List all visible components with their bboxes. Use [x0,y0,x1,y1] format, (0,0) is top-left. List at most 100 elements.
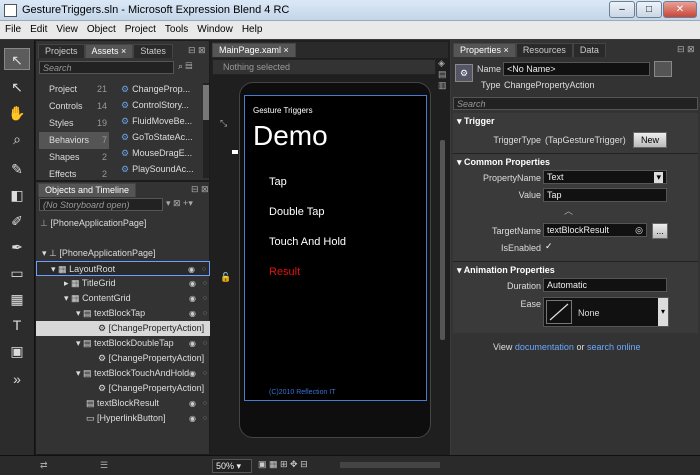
paint-bucket-tool-icon[interactable]: ◧ [4,184,30,206]
grid-tool-icon[interactable]: ▦ [4,288,30,310]
duration-field[interactable]: Automatic [543,278,667,292]
assets-tool-icon[interactable]: » [4,368,30,390]
animation-properties-header[interactable]: ▾ Animation Properties [457,265,555,276]
zoom-tool-icon[interactable]: ⌕ [4,128,30,150]
tab-mainpage[interactable]: MainPage.xaml × [212,43,296,57]
eye-icon[interactable]: ◉ [188,262,195,275]
assets-scrollbar[interactable] [203,83,209,178]
selection-tool-icon[interactable]: ↖ [4,48,30,70]
eye-icon[interactable]: ◉ [189,306,196,321]
eye-icon[interactable]: ◉ [189,366,196,381]
lock-dot-icon[interactable]: ○ [202,262,206,275]
tab-states[interactable]: States [133,44,173,58]
tab-data[interactable]: Data [572,43,606,57]
chevron-up-icon[interactable]: ︿ [564,204,573,217]
textblock-tool-icon[interactable]: T [4,314,30,336]
artboard-scrollbar[interactable] [440,140,445,340]
is-enabled-checkbox[interactable]: ✓ [545,241,555,251]
pan-tool-icon[interactable]: ✋ [4,102,30,124]
lock-dot-icon[interactable]: ○ [203,396,207,411]
trigger-header[interactable]: ▾ Trigger [457,116,495,127]
tree-item-changepropertyaction[interactable]: ⚙ [ChangePropertyAction] [36,351,210,366]
zoom-dropdown[interactable]: 50% ▾ [212,459,252,473]
behavior-item[interactable]: ⚙ MouseDragE... [121,145,203,161]
storyboard-options-icon[interactable]: ▾ ⊠ +▾ [166,198,193,209]
direct-selection-tool-icon[interactable]: ↖ [4,76,30,98]
root-page-label[interactable]: ⊥ [PhoneApplicationPage] [40,216,208,231]
menu-tools[interactable]: Tools [160,21,192,35]
tab-projects[interactable]: Projects [38,44,85,58]
storyboard-picker[interactable]: (No Storyboard open) [39,198,163,211]
category-project[interactable]: Project 21 [39,81,109,98]
pen-tool-icon[interactable]: ✒ [4,236,30,258]
eye-icon[interactable]: ◉ [189,396,196,411]
tree-item-contentgrid[interactable]: ▾ ▦ ContentGrid ◉ ○ [36,291,210,306]
menu-project[interactable]: Project [120,21,160,35]
target-name-field[interactable]: textBlockResult ◎ [543,223,647,237]
property-name-dropdown[interactable]: Text ▾ [543,170,667,184]
tree-item-titlegrid[interactable]: ▸ ▦ TitleGrid ◉ ○ [36,276,210,291]
close-icon[interactable]: × [504,45,509,55]
category-behaviors[interactable]: Behaviors 7 [39,132,109,149]
tree-item-layoutroot[interactable]: ▾ ▦ LayoutRoot ◉ ○ [36,261,210,276]
lock-icon[interactable]: 🔓 [220,272,231,283]
category-controls[interactable]: Controls 14 [39,98,109,115]
behavior-item[interactable]: ⚙ GoToStateAc... [121,129,203,145]
resize-icon[interactable]: ⤡ [220,118,227,129]
target-picker-icon[interactable]: ◎ [635,225,643,236]
menu-file[interactable]: File [0,21,25,35]
search-icon[interactable]: ⌕ ▤ [178,61,192,72]
search-online-link[interactable]: search online [587,342,641,352]
rectangle-tool-icon[interactable]: ▭ [4,262,30,284]
view-mode-icon[interactable]: ◈ ▤ ▥ [438,58,450,98]
new-trigger-button[interactable]: New [633,132,667,148]
menu-help[interactable]: Help [237,21,267,35]
collapse-icon[interactable]: ☰ [100,460,108,471]
lock-dot-icon[interactable]: ○ [203,276,207,291]
margin-handle[interactable] [232,150,238,154]
category-styles[interactable]: Styles 19 [39,115,109,132]
lock-dot-icon[interactable]: ○ [203,411,207,426]
close-button[interactable]: ✕ [663,1,697,18]
horizontal-scrollbar[interactable] [340,462,440,468]
lock-dot-icon[interactable]: ○ [203,291,207,306]
pin-icon[interactable]: ⊟ ⊠ [191,184,209,195]
menu-edit[interactable]: Edit [25,21,51,35]
phone-screen[interactable]: Gesture Triggers Demo Tap Double Tap Tou… [244,95,427,401]
properties-search-input[interactable]: Search [453,97,698,110]
behavior-item[interactable]: ⚙ FluidMoveBe... [121,113,203,129]
pin-icon[interactable]: ⊟ ⊠ [188,45,206,56]
common-properties-header[interactable]: ▾ Common Properties [457,157,550,168]
eye-icon[interactable]: ◉ [189,276,196,291]
menu-object[interactable]: Object [82,21,120,35]
tab-resources[interactable]: Resources [515,43,573,57]
minimize-button[interactable]: – [609,1,635,18]
refresh-icon[interactable]: ⇄ [40,460,48,471]
touch-and-hold-text[interactable]: Touch And Hold [269,236,346,248]
lock-dot-icon[interactable]: ○ [203,306,207,321]
close-icon[interactable]: × [284,45,289,55]
category-shapes[interactable]: Shapes 2 [39,149,109,166]
more-options-button[interactable]: ... [652,223,668,239]
ease-dropdown[interactable]: None ▾ [543,297,669,327]
tree-item-textblocktouchandhold[interactable]: ▾ ▤ textBlockTouchAndHold ◉ ○ [36,366,210,381]
name-field[interactable]: <No Name> [503,62,650,76]
assets-search-input[interactable]: Search [39,61,174,74]
behavior-item[interactable]: ⚙ ChangeProp... [121,81,203,97]
tree-item-changepropertyaction[interactable]: ⚙ [ChangePropertyAction] [36,381,210,396]
tree-item-page[interactable]: ▾ ⊥ [PhoneApplicationPage] [36,246,210,261]
lock-dot-icon[interactable]: ○ [203,336,207,351]
tab-properties[interactable]: Properties × [453,43,516,57]
maximize-button[interactable]: □ [636,1,662,18]
tree-item-textblockdoubletap[interactable]: ▾ ▤ textBlockDoubleTap ◉ ○ [36,336,210,351]
value-field[interactable]: Tap [543,188,667,202]
tree-item-textblocktap[interactable]: ▾ ▤ textBlockTap ◉ ○ [36,306,210,321]
eye-icon[interactable]: ◉ [189,336,196,351]
documentation-link[interactable]: documentation [515,342,574,352]
lock-dot-icon[interactable]: ○ [203,366,207,381]
menu-view[interactable]: View [51,21,82,35]
control-tool-icon[interactable]: ▣ [4,340,30,362]
behavior-item[interactable]: ⚙ ControlStory... [121,97,203,113]
events-icon[interactable] [654,61,672,77]
tree-item-textblockresult[interactable]: ▤ textBlockResult ◉ ○ [36,396,210,411]
